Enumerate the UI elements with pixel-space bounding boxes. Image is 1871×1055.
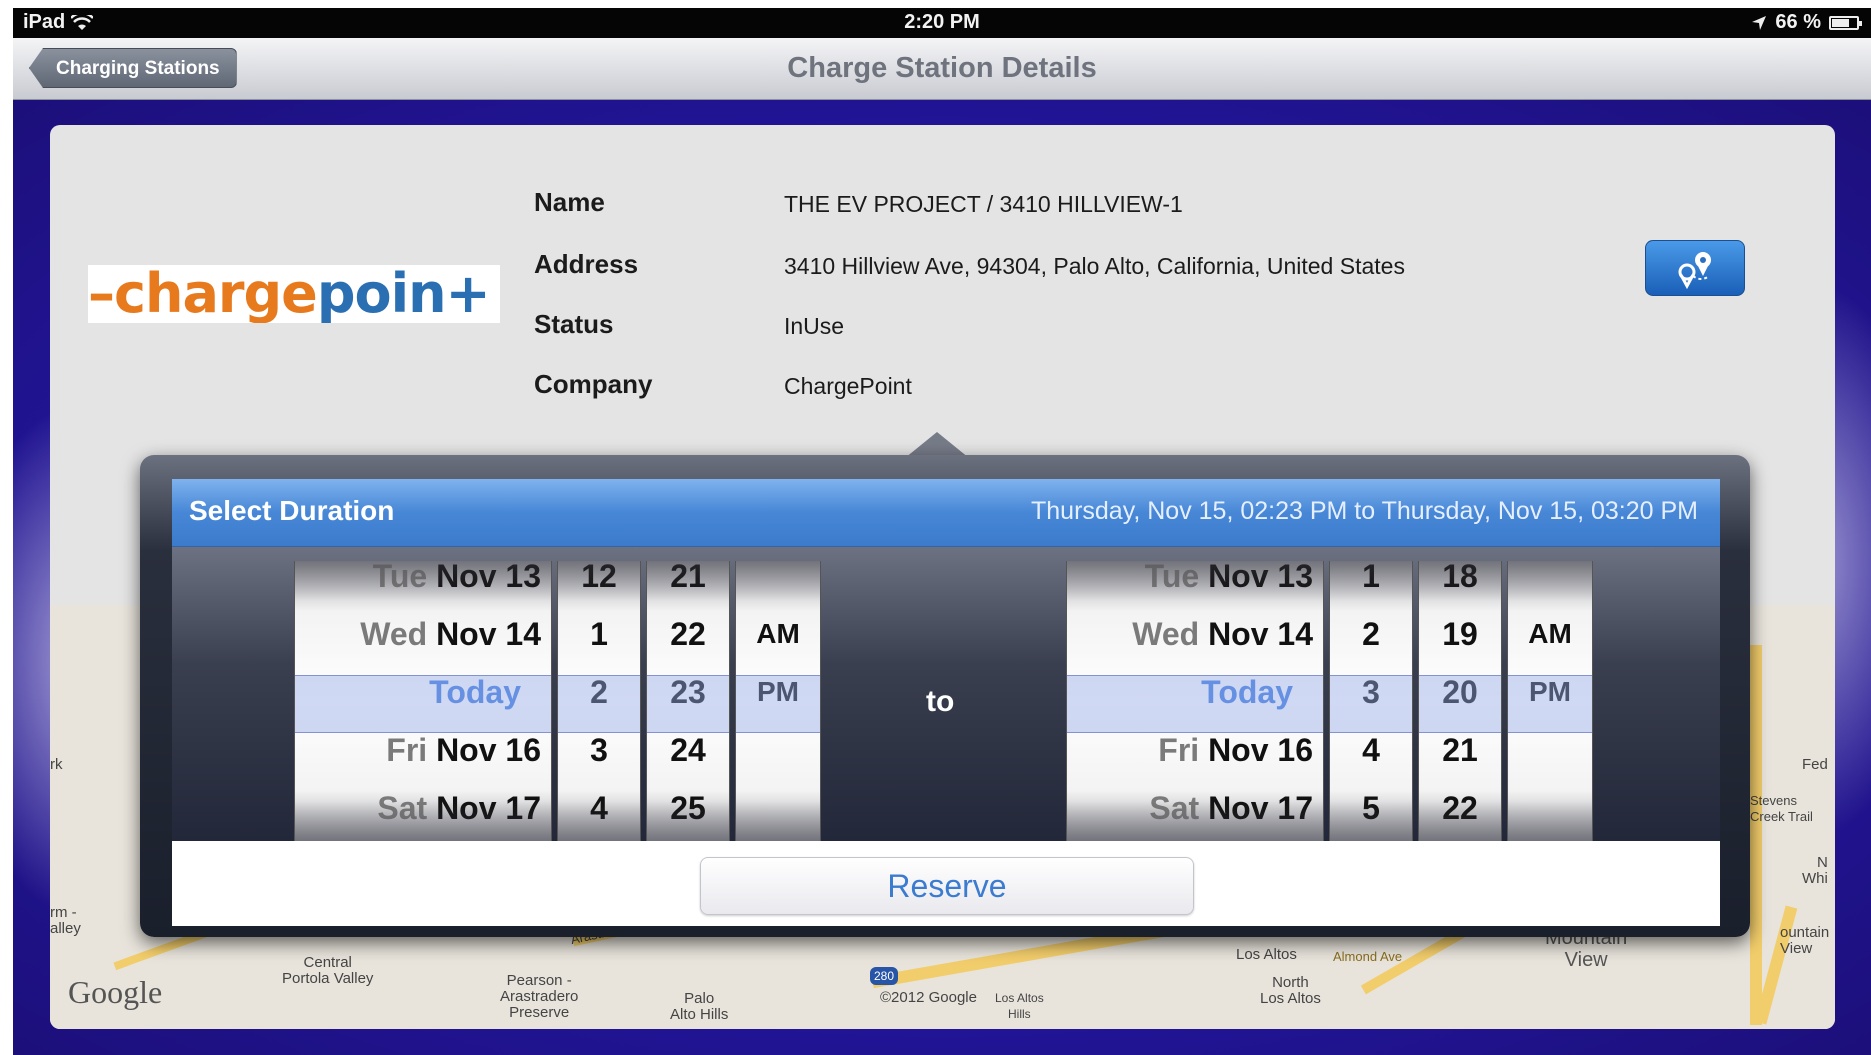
location-arrow-icon: [1752, 15, 1767, 30]
status-bar: iPad 2:20 PM 66 %: [13, 8, 1871, 38]
start-pm-row-selected[interactable]: PM: [736, 663, 820, 721]
start-minute-row[interactable]: 22: [647, 605, 729, 663]
battery-icon: [1829, 15, 1862, 30]
popover-title: Select Duration: [189, 495, 395, 526]
start-hour-row[interactable]: 4: [558, 779, 640, 837]
end-minute-row[interactable]: 18: [1419, 561, 1501, 605]
map-label-rk: rk: [50, 756, 63, 773]
battery-percent: 66 %: [1775, 11, 1821, 33]
end-date-row[interactable]: Tue Nov 13: [1067, 561, 1323, 605]
end-date-row[interactable]: Sat Nov 17: [1067, 779, 1323, 837]
map-label-almond-ave: Almond Ave: [1333, 949, 1403, 964]
start-hour-row[interactable]: 12: [558, 561, 640, 605]
map-label-north-los-altos: North Los Altos: [1260, 974, 1321, 1007]
select-duration-popover: Select Duration Thursday, Nov 15, 02:23 …: [140, 455, 1750, 937]
map-label-rm-alley: rm - alley: [50, 904, 81, 937]
start-date-row[interactable]: Wed Nov 14: [295, 605, 551, 663]
chargepoint-logo: –chargepoin+: [88, 265, 500, 323]
end-hour-row-selected[interactable]: 3: [1330, 663, 1412, 721]
end-minute-row[interactable]: 21: [1419, 721, 1501, 779]
end-hour-row[interactable]: 4: [1330, 721, 1412, 779]
status-label: Status: [534, 309, 614, 339]
map-label-central-portola-valley: Central Portola Valley: [282, 954, 374, 987]
end-hour-wheel[interactable]: 1 2 3 4 5: [1329, 561, 1413, 841]
map-label-los-altos-hills: Los Altos Hills: [995, 991, 1044, 1021]
page-title: Charge Station Details: [787, 52, 1097, 84]
end-date-wheel[interactable]: Tue Nov 13 Wed Nov 14 Today Fri Nov 16 S…: [1066, 561, 1324, 841]
start-minute-wheel[interactable]: 21 22 23 24 25: [646, 561, 730, 841]
map-label-palo-alto-hills: Palo Alto Hills: [670, 990, 729, 1023]
start-minute-row[interactable]: 21: [647, 561, 729, 605]
end-minute-row[interactable]: 22: [1419, 779, 1501, 837]
start-time-picker[interactable]: Tue Nov 13 Wed Nov 14 Today Fri Nov 16 S…: [294, 561, 821, 841]
end-ampm-wheel[interactable]: AM PM: [1507, 561, 1593, 841]
map-label-n-whi: N Whi: [1802, 854, 1828, 887]
company-label: Company: [534, 369, 653, 399]
start-hour-row[interactable]: 1: [558, 605, 640, 663]
popover-content: Select Duration Thursday, Nov 15, 02:23 …: [172, 479, 1720, 926]
company-value: ChargePoint: [784, 373, 912, 399]
to-label: to: [926, 685, 955, 718]
end-hour-row[interactable]: 2: [1330, 605, 1412, 663]
map-label-fed: Fed: [1802, 756, 1828, 773]
end-pm-row-selected[interactable]: PM: [1508, 663, 1592, 721]
end-date-row[interactable]: Fri Nov 16: [1067, 721, 1323, 779]
directions-button[interactable]: [1645, 240, 1745, 296]
end-time-picker[interactable]: Tue Nov 13 Wed Nov 14 Today Fri Nov 16 S…: [1066, 561, 1593, 841]
start-hour-wheel[interactable]: 12 1 2 3 4: [557, 561, 641, 841]
start-minute-row[interactable]: 24: [647, 721, 729, 779]
reserve-button[interactable]: Reserve: [700, 857, 1194, 915]
start-date-row-selected[interactable]: Today: [295, 663, 551, 721]
start-date-row[interactable]: Fri Nov 16: [295, 721, 551, 779]
route-280-shield: 280: [870, 967, 899, 985]
map-copyright: ©2012 Google: [880, 989, 977, 1006]
end-minute-row-selected[interactable]: 20: [1419, 663, 1501, 721]
name-value: THE EV PROJECT / 3410 HILLVIEW-1: [784, 191, 1183, 217]
map-pin-route-icon: [1678, 252, 1711, 290]
start-date-row[interactable]: Tue Nov 13: [295, 561, 551, 605]
status-time: 2:20 PM: [904, 11, 980, 33]
map-label-fountain-view: ountain View: [1780, 924, 1830, 957]
end-minute-wheel[interactable]: 18 19 20 21 22: [1418, 561, 1502, 841]
map-label-los-altos: Los Altos: [1236, 946, 1297, 963]
start-minute-row[interactable]: 25: [647, 779, 729, 837]
start-date-wheel[interactable]: Tue Nov 13 Wed Nov 14 Today Fri Nov 16 S…: [294, 561, 552, 841]
name-label: Name: [534, 187, 605, 217]
end-minute-row[interactable]: 19: [1419, 605, 1501, 663]
start-am-row[interactable]: AM: [736, 605, 820, 663]
popover-header: Select Duration Thursday, Nov 15, 02:23 …: [172, 479, 1720, 547]
duration-range: Thursday, Nov 15, 02:23 PM to Thursday, …: [1030, 497, 1698, 525]
end-hour-row[interactable]: 1: [1330, 561, 1412, 605]
status-value: InUse: [784, 313, 845, 339]
end-hour-row[interactable]: 5: [1330, 779, 1412, 837]
navigation-bar: Charging Stations Charge Station Details: [13, 38, 1871, 100]
end-am-row[interactable]: AM: [1508, 605, 1592, 663]
status-right: 66 %: [1751, 11, 1862, 34]
google-logo: Google: [68, 974, 163, 1010]
end-date-row-selected[interactable]: Today: [1067, 663, 1323, 721]
end-date-row[interactable]: Wed Nov 14: [1067, 605, 1323, 663]
start-minute-row-selected[interactable]: 23: [647, 663, 729, 721]
address-label: Address: [534, 249, 639, 279]
start-ampm-wheel[interactable]: AM PM: [735, 561, 821, 841]
map-label-pearson-preserve: Pearson - Arastradero Preserve: [500, 972, 579, 1021]
address-value: 3410 Hillview Ave, 94304, Palo Alto, Cal…: [784, 253, 1405, 279]
map-label-stevens-creek-trail: Stevens Creek Trail: [1750, 793, 1813, 824]
start-hour-row[interactable]: 3: [558, 721, 640, 779]
start-hour-row-selected[interactable]: 2: [558, 663, 640, 721]
picker-area: Tue Nov 13 Wed Nov 14 Today Fri Nov 16 S…: [172, 547, 1720, 841]
start-date-row[interactable]: Sat Nov 17: [295, 779, 551, 837]
